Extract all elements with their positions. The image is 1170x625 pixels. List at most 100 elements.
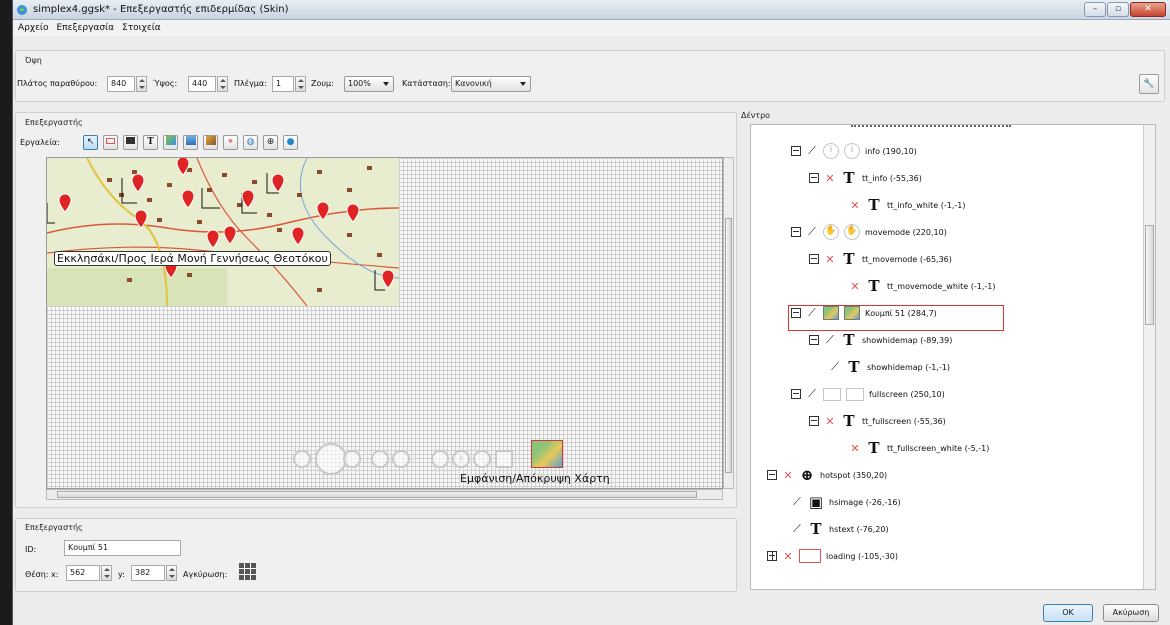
tree-scrollbar[interactable] bbox=[1143, 125, 1155, 589]
tree-row[interactable]: ✕ Ttt_fullscreen (-55,36) bbox=[809, 410, 946, 432]
height-input[interactable]: 440 bbox=[188, 76, 216, 92]
zoom-select[interactable]: 100% bbox=[344, 76, 394, 92]
button-tool-button[interactable] bbox=[183, 135, 198, 150]
minimize-button[interactable]: – bbox=[1084, 2, 1106, 17]
position-y-stepper[interactable] bbox=[166, 565, 177, 581]
position-x-stepper[interactable] bbox=[101, 565, 112, 581]
height-stepper[interactable] bbox=[217, 76, 228, 92]
tree-row[interactable]: ✕ Ttt_movemode (-65,36) bbox=[809, 248, 952, 270]
autorotate-control[interactable] bbox=[431, 450, 449, 468]
window-width-stepper[interactable] bbox=[136, 76, 147, 92]
visible-pencil-icon[interactable]: ⟋ bbox=[791, 495, 803, 509]
image-tool-button[interactable] bbox=[163, 135, 178, 150]
text-icon: T bbox=[843, 412, 855, 430]
anchor-grid-button[interactable] bbox=[239, 563, 256, 580]
collapse-icon[interactable] bbox=[809, 173, 819, 183]
canvas-vertical-scrollbar[interactable] bbox=[723, 157, 734, 489]
tree-row-label: movemode (220,10) bbox=[865, 227, 947, 237]
tree-row[interactable]: ⟋ ▣ hsimage (-26,-16) bbox=[791, 491, 900, 513]
hotspot-tool-button[interactable]: ⌖ bbox=[223, 135, 238, 150]
expand-icon[interactable] bbox=[767, 551, 777, 561]
collapse-icon[interactable] bbox=[809, 254, 819, 264]
visible-pencil-icon[interactable]: ⟋ bbox=[806, 225, 818, 239]
tree-row[interactable]: ⟋ i i info (190,10) bbox=[791, 140, 917, 162]
visible-pencil-icon[interactable]: ⟋ bbox=[829, 360, 841, 374]
nav-left-control[interactable] bbox=[293, 450, 311, 468]
editor-canvas[interactable]: Εκκλησάκι/Προς Ιερά Μονή Γεννήσεως Θεοτό… bbox=[46, 157, 723, 489]
tree-row[interactable]: ⟋ Tshowhidemap (-1,-1) bbox=[829, 356, 950, 378]
rectangle-tool-button[interactable] bbox=[103, 135, 118, 150]
hidden-x-icon[interactable]: ✕ bbox=[824, 415, 836, 428]
hidden-x-icon[interactable]: ✕ bbox=[782, 550, 794, 563]
tree-row[interactable]: ✕ Ttt_fullscreen_white (-5,-1) bbox=[849, 437, 989, 459]
visible-pencil-icon[interactable]: ⟋ bbox=[791, 522, 803, 536]
select-tool-button[interactable]: ↖ bbox=[83, 135, 98, 150]
tree-row[interactable]: ✕ ⊕ hotspot (350,20) bbox=[767, 464, 887, 486]
map-element[interactable]: Εκκλησάκι/Προς Ιερά Μονή Γεννήσεως Θεοτό… bbox=[47, 158, 399, 306]
tree-row[interactable]: ⟋ Tshowhidemap (-89,39) bbox=[809, 329, 952, 351]
show-hide-map-button[interactable] bbox=[531, 440, 563, 468]
tree-row-label: hotspot (350,20) bbox=[820, 470, 888, 480]
tree-row[interactable]: ✕ Ttt_info (-55,36) bbox=[809, 167, 922, 189]
id-input[interactable]: Κουμπί 51 bbox=[64, 540, 181, 556]
tree-row[interactable]: ✕ Ttt_movemode_white (-1,-1) bbox=[849, 275, 995, 297]
ok-button[interactable]: OK bbox=[1043, 604, 1093, 622]
text-tool-button[interactable]: T bbox=[143, 135, 158, 150]
collapse-icon[interactable] bbox=[809, 335, 819, 345]
hidden-x-icon[interactable]: ✕ bbox=[849, 442, 861, 455]
visible-pencil-icon[interactable]: ⟋ bbox=[824, 333, 836, 347]
window-width-input[interactable]: 840 bbox=[107, 76, 135, 92]
position-x-input[interactable]: 562 bbox=[66, 565, 100, 581]
visible-pencil-icon[interactable]: ⟋ bbox=[806, 387, 818, 401]
tree-row[interactable]: ⟋ Thstext (-76,20) bbox=[791, 518, 888, 540]
state-select[interactable]: Κανονική bbox=[451, 76, 531, 92]
tree-row[interactable]: ✕ loading (-105,-30) bbox=[767, 545, 898, 567]
collapse-icon[interactable] bbox=[791, 227, 801, 237]
crosshair-icon: ⊕ bbox=[800, 466, 814, 484]
collapse-icon[interactable] bbox=[791, 146, 801, 156]
hidden-x-icon[interactable]: ✕ bbox=[824, 172, 836, 185]
tree-view[interactable]: ⟋ i i info (190,10) ✕ Ttt_info (-55,36) ✕ Ttt_i… bbox=[750, 124, 1156, 590]
info-icon: i bbox=[459, 454, 463, 464]
map-pin-tool-button[interactable]: ● bbox=[283, 135, 298, 150]
collapse-icon[interactable] bbox=[767, 470, 777, 480]
scrollbar-thumb[interactable] bbox=[57, 491, 697, 498]
tree-row[interactable]: ✕ Ttt_info_white (-1,-1) bbox=[849, 194, 965, 216]
zoom-in-control[interactable] bbox=[371, 450, 389, 468]
position-y-input[interactable]: 382 bbox=[131, 565, 165, 581]
close-button[interactable]: ✕ bbox=[1130, 2, 1166, 17]
menu-edit[interactable]: Επεξεργασία bbox=[57, 23, 115, 33]
grid-stepper[interactable] bbox=[295, 76, 306, 92]
scrollbar-thumb[interactable] bbox=[1145, 225, 1154, 325]
visible-pencil-icon[interactable]: ⟋ bbox=[806, 144, 818, 158]
collapse-icon[interactable] bbox=[809, 416, 819, 426]
tree-row[interactable]: ⟋ fullscreen (250,10) bbox=[791, 383, 945, 405]
settings-wrench-button[interactable]: 🔧 bbox=[1139, 74, 1159, 94]
hidden-x-icon[interactable]: ✕ bbox=[849, 199, 861, 212]
hidden-x-icon[interactable]: ✕ bbox=[824, 253, 836, 266]
scrollbar-thumb[interactable] bbox=[725, 218, 732, 473]
menu-file[interactable]: Αρχείο bbox=[18, 23, 49, 33]
collapse-icon[interactable] bbox=[791, 389, 801, 399]
nav-right-control[interactable] bbox=[343, 450, 361, 468]
crosshair-tool-button[interactable]: ⊕ bbox=[263, 135, 278, 150]
fullscreen-control[interactable] bbox=[495, 450, 513, 468]
tree-row-label: tt_fullscreen (-55,36) bbox=[862, 416, 946, 426]
maximize-button[interactable]: ▫ bbox=[1107, 2, 1129, 17]
grid-input[interactable]: 1 bbox=[272, 76, 294, 92]
tree-row-label: showhidemap (-1,-1) bbox=[867, 362, 951, 372]
hidden-x-icon[interactable]: ✕ bbox=[782, 469, 794, 482]
zoom-out-control[interactable] bbox=[392, 450, 410, 468]
globe-tool-button[interactable]: ◍ bbox=[243, 135, 258, 150]
cancel-button[interactable]: Ακύρωση bbox=[1103, 604, 1159, 622]
tree-group-title: Δέντρο bbox=[741, 111, 771, 120]
container-tool-button[interactable] bbox=[123, 135, 138, 150]
menu-elements[interactable]: Στοιχεία bbox=[122, 23, 161, 33]
movemode-control[interactable] bbox=[473, 450, 491, 468]
title-bar: simplex4.ggsk* - Επεξεργαστής επιδερμίδα… bbox=[13, 0, 1170, 20]
tree-row[interactable]: ⟋ ✋ ✋ movemode (220,10) bbox=[791, 221, 947, 243]
info-control[interactable]: i bbox=[452, 450, 470, 468]
multistate-tool-button[interactable] bbox=[203, 135, 218, 150]
hidden-x-icon[interactable]: ✕ bbox=[849, 280, 861, 293]
canvas-horizontal-scrollbar[interactable] bbox=[46, 489, 723, 500]
